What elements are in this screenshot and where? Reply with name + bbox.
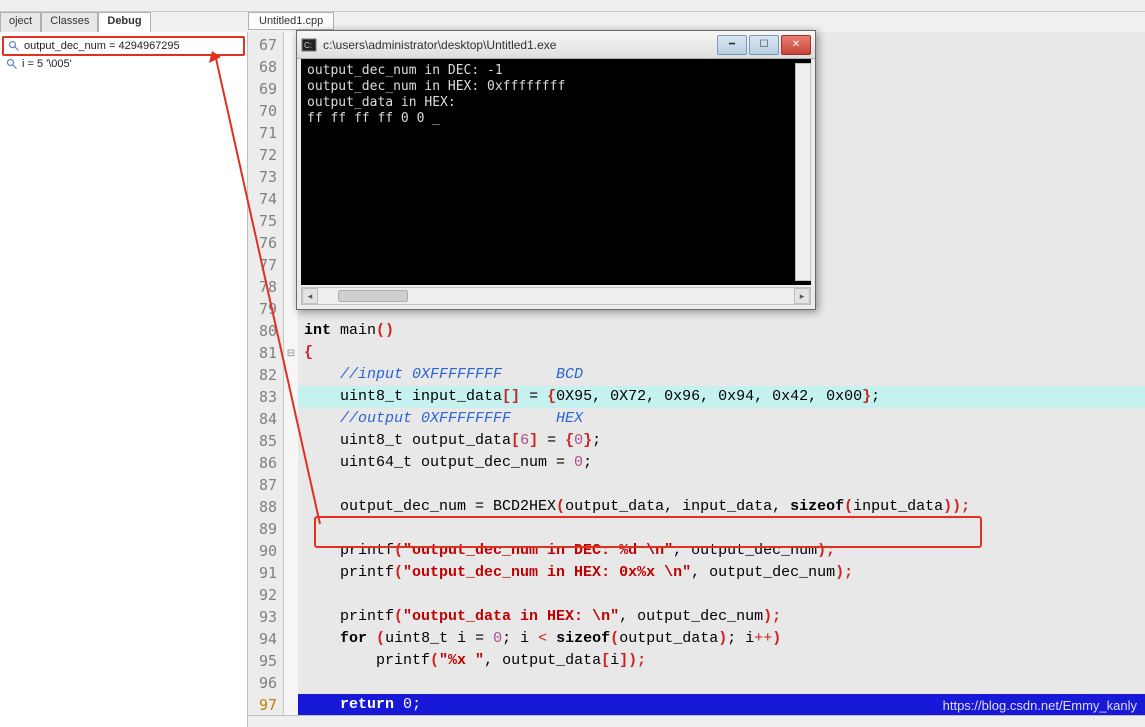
line-number: 69 bbox=[248, 78, 283, 100]
line-number: 81 bbox=[248, 342, 283, 364]
line-number: 78 bbox=[248, 276, 283, 298]
console-title: c:\users\administrator\desktop\Untitled1… bbox=[323, 38, 717, 52]
console-line: ff ff ff ff 0 0 _ bbox=[307, 111, 805, 127]
top-strip bbox=[0, 0, 1145, 12]
code-line: uint64_t output_dec_num = 0; bbox=[298, 452, 1145, 474]
line-number: 67 bbox=[248, 34, 283, 56]
line-number: 72 bbox=[248, 144, 283, 166]
line-number: 70 bbox=[248, 100, 283, 122]
line-number: 87 bbox=[248, 474, 283, 496]
console-titlebar[interactable]: C: c:\users\administrator\desktop\Untitl… bbox=[297, 31, 815, 59]
line-number: 94 bbox=[248, 628, 283, 650]
watch-label: i = 5 '\005' bbox=[22, 58, 72, 70]
console-line: output_dec_num in HEX: 0xffffffff bbox=[307, 79, 805, 95]
watch-item-output-dec-num[interactable]: output_dec_num = 4294967295 bbox=[2, 36, 245, 56]
code-line: //output 0XFFFFFFFF HEX bbox=[298, 408, 1145, 430]
console-hscrollbar[interactable]: ◂ ▸ bbox=[301, 287, 811, 305]
code-line: output_dec_num = BCD2HEX(output_data, in… bbox=[298, 496, 1145, 518]
filetab-untitled1[interactable]: Untitled1.cpp bbox=[248, 12, 334, 30]
code-line: printf("%x ", output_data[i]); bbox=[298, 650, 1145, 672]
close-button[interactable]: ✕ bbox=[781, 35, 811, 55]
code-line: //input 0XFFFFFFFF BCD bbox=[298, 364, 1145, 386]
tab-debug[interactable]: Debug bbox=[98, 12, 150, 32]
line-number: 91 bbox=[248, 562, 283, 584]
line-number: 77 bbox=[248, 254, 283, 276]
scroll-track[interactable] bbox=[318, 288, 794, 304]
console-window[interactable]: C: c:\users\administrator\desktop\Untitl… bbox=[296, 30, 816, 310]
fold-toggle-icon[interactable]: ⊟ bbox=[284, 342, 298, 364]
console-vscrollbar[interactable] bbox=[795, 63, 811, 281]
scroll-left-button[interactable]: ◂ bbox=[302, 288, 318, 304]
bottom-bar bbox=[248, 715, 1145, 727]
code-line: uint8_t input_data[] = {0X95, 0X72, 0x96… bbox=[298, 386, 1145, 408]
left-tabs: oject Classes Debug bbox=[0, 12, 151, 32]
watch-pane: output_dec_num = 4294967295 i = 5 '\005' bbox=[0, 32, 248, 727]
code-line: for (uint8_t i = 0; i < sizeof(output_da… bbox=[298, 628, 1145, 650]
code-line: int main() bbox=[298, 320, 1145, 342]
maximize-button[interactable]: ☐ bbox=[749, 35, 779, 55]
line-number: 89 bbox=[248, 518, 283, 540]
code-line: printf("output_dec_num in DEC: %d \n", o… bbox=[298, 540, 1145, 562]
watermark: https://blog.csdn.net/Emmy_kanly bbox=[943, 698, 1137, 713]
line-number: 95 bbox=[248, 650, 283, 672]
line-number: 76 bbox=[248, 232, 283, 254]
line-number: 75 bbox=[248, 210, 283, 232]
console-output[interactable]: output_dec_num in DEC: -1 output_dec_num… bbox=[301, 59, 811, 285]
tab-classes[interactable]: Classes bbox=[41, 12, 98, 32]
console-line: output_dec_num in DEC: -1 bbox=[307, 63, 805, 79]
line-gutter: 67 68 69 70 71 72 73 74 75 76 77 78 79 8… bbox=[248, 32, 284, 715]
code-line: { bbox=[298, 342, 1145, 364]
line-number: 96 bbox=[248, 672, 283, 694]
line-number: 86 bbox=[248, 452, 283, 474]
line-number: 83 bbox=[248, 386, 283, 408]
code-line: uint8_t output_data[6] = {0}; bbox=[298, 430, 1145, 452]
line-number: 88 bbox=[248, 496, 283, 518]
line-number: 82 bbox=[248, 364, 283, 386]
line-number: 93 bbox=[248, 606, 283, 628]
line-number: 79 bbox=[248, 298, 283, 320]
console-line: output_data in HEX: bbox=[307, 95, 805, 111]
minimize-button[interactable]: ━ bbox=[717, 35, 747, 55]
line-number: 68 bbox=[248, 56, 283, 78]
scroll-thumb[interactable] bbox=[338, 290, 408, 302]
line-number: 73 bbox=[248, 166, 283, 188]
magnifier-icon bbox=[8, 40, 20, 52]
line-number: 74 bbox=[248, 188, 283, 210]
scroll-right-button[interactable]: ▸ bbox=[794, 288, 810, 304]
watch-item-i[interactable]: i = 5 '\005' bbox=[2, 56, 245, 72]
line-number: 97 bbox=[248, 694, 283, 716]
watch-label: output_dec_num = 4294967295 bbox=[24, 40, 180, 52]
file-tabs: Untitled1.cpp bbox=[248, 12, 334, 30]
line-number: 84 bbox=[248, 408, 283, 430]
code-line: printf("output_dec_num in HEX: 0x%x \n",… bbox=[298, 562, 1145, 584]
line-number: 85 bbox=[248, 430, 283, 452]
window-buttons: ━ ☐ ✕ bbox=[717, 35, 811, 55]
line-number: 90 bbox=[248, 540, 283, 562]
line-number: 71 bbox=[248, 122, 283, 144]
tab-project[interactable]: oject bbox=[0, 12, 41, 32]
svg-text:C:: C: bbox=[304, 41, 312, 50]
line-number: 80 bbox=[248, 320, 283, 342]
code-line: printf("output_data in HEX: \n", output_… bbox=[298, 606, 1145, 628]
magnifier-icon bbox=[6, 58, 18, 70]
console-app-icon: C: bbox=[301, 37, 317, 53]
line-number: 92 bbox=[248, 584, 283, 606]
